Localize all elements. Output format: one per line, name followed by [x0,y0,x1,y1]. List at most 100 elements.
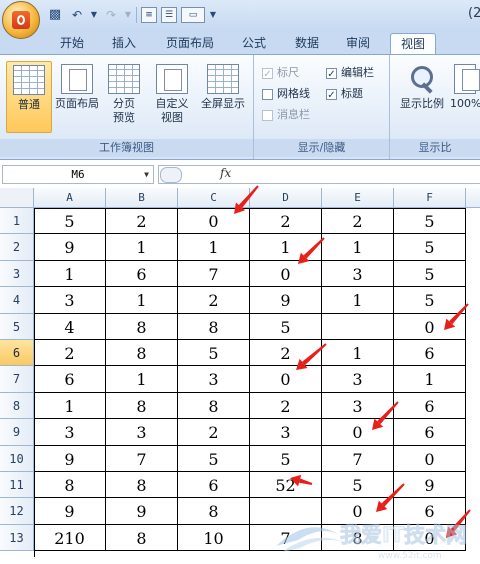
undo-dropdown-icon[interactable]: ▼ [90,6,98,24]
row-header-2[interactable]: 2 [0,234,34,261]
cell-a11[interactable]: 8 [34,472,106,499]
cell-a13[interactable]: 210 [34,524,106,552]
cell-e1[interactable]: 2 [322,208,394,235]
cell-d5[interactable]: 5 [250,313,322,340]
column-header-c[interactable]: C [178,188,250,208]
window-icon[interactable]: ▭ [181,7,205,23]
cell-c5[interactable]: 8 [178,313,250,340]
tab-formulas[interactable]: 公式 [232,33,276,54]
cell-f2[interactable]: 5 [394,234,466,261]
cell-c12[interactable]: 8 [178,498,250,525]
column-header-a[interactable]: A [34,188,106,208]
cell-a3[interactable]: 1 [34,260,106,288]
row-header-6[interactable]: 6 [0,340,34,367]
undo-icon[interactable]: ↶ [68,6,86,24]
cell-d1[interactable]: 2 [250,208,322,235]
cell-d3[interactable]: 0 [250,260,322,288]
row-header-12[interactable]: 12 [0,498,34,525]
cell-b3[interactable]: 6 [106,260,178,288]
formula-bar-checkbox-row[interactable]: ✓ 编辑栏 [326,65,374,81]
message-bar-checkbox-row[interactable]: 消息栏 [262,107,310,123]
cell-c1[interactable]: 0 [178,208,250,235]
cell-b13[interactable]: 8 [106,524,178,552]
cell-d6[interactable]: 2 [250,340,322,367]
cell-a1[interactable]: 5 [34,208,106,235]
cell-d4[interactable]: 9 [250,287,322,314]
row-header-3[interactable]: 3 [0,260,34,288]
cell-c10[interactable]: 5 [178,445,250,472]
row-header-7[interactable]: 7 [0,366,34,393]
cell-b2[interactable]: 1 [106,234,178,261]
tab-insert[interactable]: 插入 [102,33,146,54]
cell-a10[interactable]: 9 [34,445,106,472]
cell-c8[interactable]: 8 [178,392,250,420]
cell-a12[interactable]: 9 [34,498,106,525]
cell-f10[interactable]: 0 [394,445,466,472]
formula-input[interactable] [158,165,480,184]
cell-b10[interactable]: 7 [106,445,178,472]
formula-bar-checkbox[interactable]: ✓ [326,67,337,80]
column-header-e[interactable]: E [322,188,394,208]
cell-f6[interactable]: 6 [394,340,466,367]
page-layout-view-button[interactable]: 页面布局 [52,61,102,111]
ruler-checkbox[interactable]: ✓ [262,67,273,80]
full-screen-button[interactable]: 全屏显示 [196,61,250,111]
cell-d8[interactable]: 2 [250,392,322,420]
cell-e8[interactable]: 3 [322,392,394,420]
cell-e6[interactable]: 1 [322,340,394,367]
column-header-b[interactable]: B [106,188,178,208]
cell-b8[interactable]: 8 [106,392,178,420]
tab-page-layout[interactable]: 页面布局 [158,33,222,54]
tab-view[interactable]: 视图 [390,33,436,55]
cell-a8[interactable]: 1 [34,392,106,420]
cell-f8[interactable]: 6 [394,392,466,420]
row-header-13[interactable]: 13 [0,524,34,552]
name-box[interactable]: M6 ▼ [2,165,154,184]
normal-view-button[interactable]: 普通 [6,61,52,133]
cell-f3[interactable]: 5 [394,260,466,288]
cell-b5[interactable]: 8 [106,313,178,340]
cell-d10[interactable]: 5 [250,445,322,472]
tab-home[interactable]: 开始 [50,33,94,54]
cell-f1[interactable]: 5 [394,208,466,235]
cell-e4[interactable]: 1 [322,287,394,314]
cell-e9[interactable]: 0 [322,419,394,446]
tab-data[interactable]: 数据 [285,33,329,54]
cell-e5[interactable] [322,313,394,340]
cell-b4[interactable]: 1 [106,287,178,314]
cell-f11[interactable]: 9 [394,472,466,499]
cell-c7[interactable]: 3 [178,366,250,393]
cell-c4[interactable]: 2 [178,287,250,314]
zoom-100-button[interactable]: 100% [450,61,480,111]
cell-e7[interactable]: 3 [322,366,394,393]
cell-d9[interactable]: 3 [250,419,322,446]
redo-dropdown-icon[interactable]: ▼ [124,6,132,24]
cell-b12[interactable]: 9 [106,498,178,525]
redo-icon[interactable]: ↷ [102,6,120,24]
cell-b9[interactable]: 3 [106,419,178,446]
customize-qat-icon[interactable]: ▼ [209,6,217,24]
row-header-1[interactable]: 1 [0,208,34,235]
row-header-5[interactable]: 5 [0,313,34,340]
column-header-f[interactable]: F [394,188,466,208]
select-all-corner[interactable] [0,188,34,208]
cell-a6[interactable]: 2 [34,340,106,367]
formula-bar-resize-handle[interactable] [160,167,182,183]
cell-f5[interactable]: 0 [394,313,466,340]
cell-f9[interactable]: 6 [394,419,466,446]
tab-review[interactable]: 审阅 [336,33,380,54]
cell-c3[interactable]: 7 [178,260,250,288]
cell-f7[interactable]: 1 [394,366,466,393]
save-icon[interactable]: ▩ [46,6,64,24]
cell-e11[interactable]: 5 [322,472,394,499]
cell-f4[interactable]: 5 [394,287,466,314]
cell-e10[interactable]: 7 [322,445,394,472]
cell-c13[interactable]: 10 [178,524,250,552]
headings-checkbox-row[interactable]: ✓ 标题 [326,86,363,102]
sort-icon[interactable]: ≡ [141,7,157,23]
name-box-dropdown-icon[interactable]: ▼ [144,166,149,183]
row-header-4[interactable]: 4 [0,287,34,314]
column-header-d[interactable]: D [250,188,322,208]
row-header-10[interactable]: 10 [0,445,34,472]
row-header-9[interactable]: 9 [0,419,34,446]
